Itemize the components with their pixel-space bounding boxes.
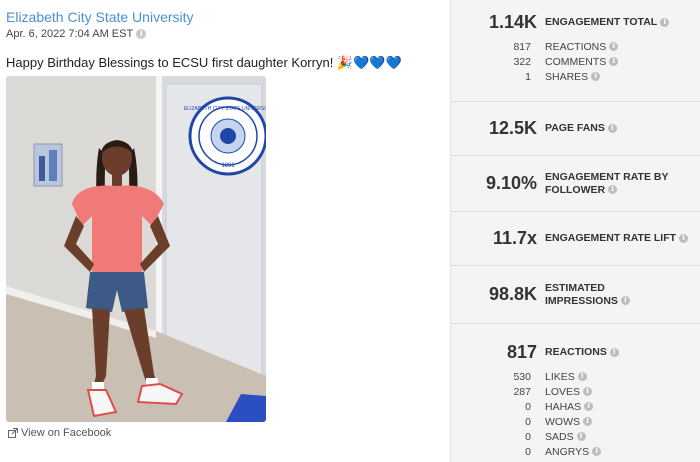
post-author-link[interactable]: Elizabeth City State University xyxy=(6,8,444,26)
post-message: Happy Birthday Blessings to ECSU first d… xyxy=(6,55,402,70)
info-icon[interactable]: i xyxy=(592,447,602,457)
svg-text:1891: 1891 xyxy=(221,163,235,169)
reaction-breakdown-list: 530 LIKES i 287 LOVES i 0 HAHAS i 0 WOWS i 0 SADS… xyxy=(451,369,700,459)
list-item: 530 LIKES i xyxy=(451,369,700,384)
impressions-label: ESTIMATED IMPRESSIONS i xyxy=(545,282,630,308)
info-icon[interactable]: i xyxy=(607,123,617,133)
list-item: 322 COMMENTS i xyxy=(451,54,700,69)
page-fans-label: PAGE FANS i xyxy=(545,122,617,135)
list-item: 817 REACTIONS i xyxy=(451,39,700,54)
impressions-card: 98.8K ESTIMATED IMPRESSIONS i xyxy=(451,266,700,324)
info-icon[interactable]: i xyxy=(583,387,593,397)
reactions-label: REACTIONS i xyxy=(545,346,619,359)
post-date: Apr. 6, 2022 7:04 AM EST i xyxy=(6,27,444,41)
engagement-total-card: 1.14K ENGAGEMENT TOTAL i 817 REACTIONS i 32… xyxy=(451,0,700,102)
list-item: 0 SADS i xyxy=(451,429,700,444)
info-icon[interactable]: i xyxy=(679,233,689,243)
post-photo-illustration: ELIZABETH CITY STATE UNIVERSITY 1891 xyxy=(6,76,266,422)
info-icon[interactable]: i xyxy=(583,417,592,427)
engagement-lift-card: 11.7x ENGAGEMENT RATE LIFT i xyxy=(451,212,700,266)
engagement-breakdown-list: 817 REACTIONS i 322 COMMENTS i 1 SHARES i xyxy=(451,39,700,84)
list-item: 0 WOWS i xyxy=(451,414,700,429)
info-icon[interactable]: i xyxy=(609,347,619,357)
engagement-rate-card: 9.10% ENGAGEMENT RATE BY FOLLOWER i xyxy=(451,156,700,212)
engagement-lift-label: ENGAGEMENT RATE LIFT i xyxy=(545,232,689,245)
reactions-value: 817 xyxy=(506,342,537,362)
engagement-rate-label: ENGAGEMENT RATE BY FOLLOWER i xyxy=(545,170,669,196)
info-icon[interactable]: i xyxy=(620,296,630,306)
page-fans-value: 12.5K xyxy=(488,118,537,138)
list-item: 0 ANGRYS i xyxy=(451,444,700,459)
engagement-lift-value: 11.7x xyxy=(492,228,537,248)
info-icon[interactable]: i xyxy=(660,17,670,27)
engagement-rate-value: 9.10% xyxy=(485,173,537,193)
info-icon[interactable]: i xyxy=(608,185,618,195)
list-item: 0 HAHAS i xyxy=(451,399,700,414)
external-link-icon xyxy=(8,428,18,438)
info-icon[interactable]: i xyxy=(576,432,586,442)
post-photo[interactable]: ELIZABETH CITY STATE UNIVERSITY 1891 xyxy=(6,76,266,422)
info-icon[interactable]: i xyxy=(591,72,601,82)
list-item: 287 LOVES i xyxy=(451,384,700,399)
view-on-facebook-link[interactable]: View on Facebook xyxy=(8,427,111,439)
list-item: 1 SHARES i xyxy=(451,69,700,84)
info-icon[interactable]: i xyxy=(609,57,619,67)
reactions-card: 817 REACTIONS i 530 LIKES i 287 LOVES i 0 HAHA… xyxy=(451,324,700,462)
metrics-panel: 1.14K ENGAGEMENT TOTAL i 817 REACTIONS i 32… xyxy=(450,0,700,462)
info-icon[interactable]: i xyxy=(584,402,594,412)
info-icon[interactable]: i xyxy=(136,29,147,39)
impressions-value: 98.8K xyxy=(488,284,537,304)
view-on-facebook-label: View on Facebook xyxy=(21,427,112,439)
post-date-text: Apr. 6, 2022 7:04 AM EST xyxy=(6,28,134,40)
info-icon[interactable]: i xyxy=(577,372,587,382)
engagement-total-value: 1.14K xyxy=(488,12,537,32)
engagement-total-label: ENGAGEMENT TOTAL i xyxy=(545,16,670,29)
info-icon[interactable]: i xyxy=(609,42,619,52)
svg-text:ELIZABETH CITY STATE UNIVERSIT: ELIZABETH CITY STATE UNIVERSITY xyxy=(184,106,266,112)
page-fans-card: 12.5K PAGE FANS i xyxy=(451,102,700,156)
